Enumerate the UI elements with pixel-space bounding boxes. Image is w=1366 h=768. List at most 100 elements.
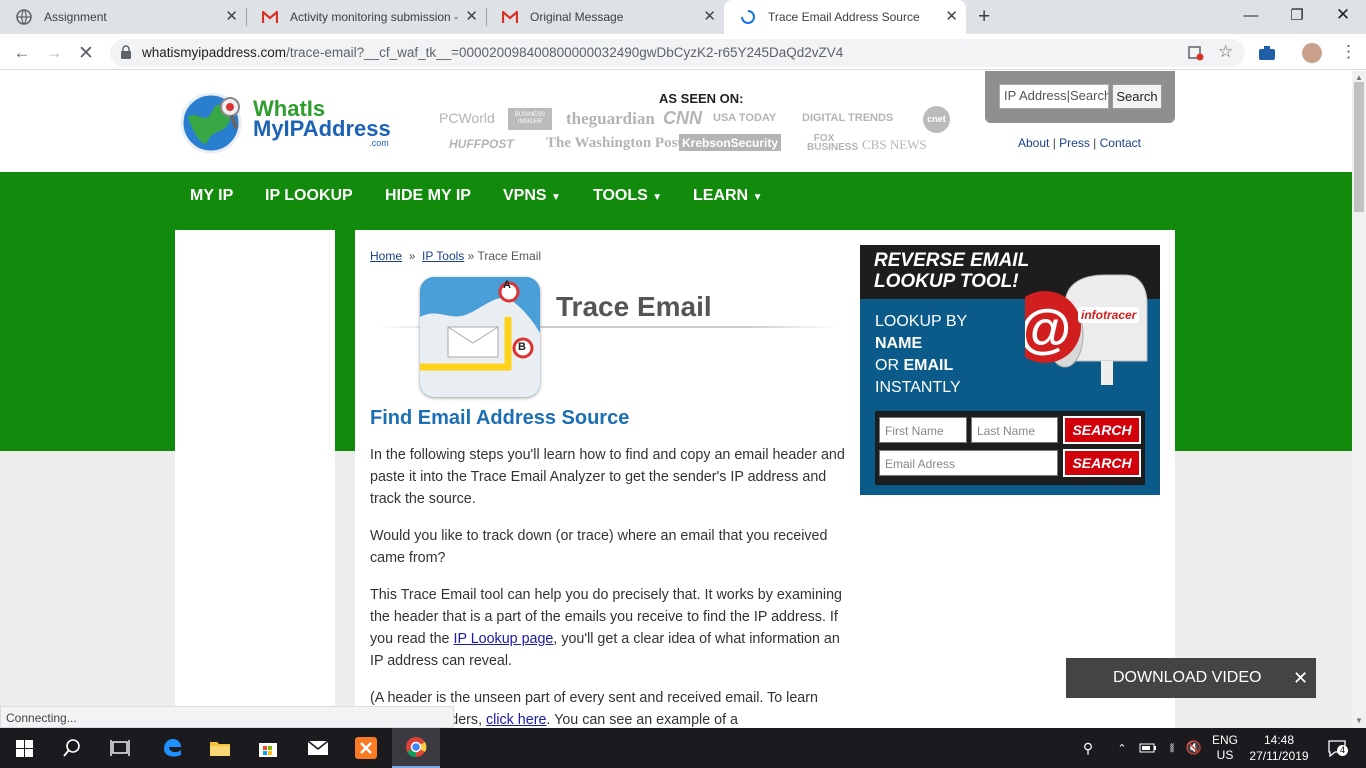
blocked-popup-icon[interactable] [1188,45,1204,61]
minimize-icon[interactable]: — [1228,0,1274,30]
nav-tools[interactable]: TOOLS ▼ [593,187,662,205]
ip-search-input[interactable]: IP Address|Search [999,84,1109,109]
xampp-icon[interactable] [342,728,390,768]
volume-muted-icon[interactable]: 🔇 [1184,728,1204,768]
tab-title: Trace Email Address Source [768,10,920,24]
back-arrow-icon[interactable]: ← [11,42,33,64]
press-logo-fox-business: FOX BUSINESS [807,133,859,153]
battery-icon[interactable] [1138,728,1158,768]
as-seen-on-label: AS SEEN ON: [659,91,744,106]
ad-search-name-button[interactable]: SEARCH [1063,416,1141,444]
lock-icon[interactable] [120,45,132,62]
breadcrumb-separator: » [408,249,416,263]
press-logo-cnet: cnet [923,106,950,133]
url-path: /trace-email?__cf_waf_tk__=0000200984008… [286,45,844,60]
scrollbar-thumb[interactable] [1354,82,1364,212]
tab-title: Original Message [530,10,624,24]
url-text[interactable]: whatismyipaddress.com/trace-email?__cf_w… [142,45,843,60]
top-links: About | Press | Contact [1018,136,1141,150]
file-explorer-icon[interactable] [196,728,244,768]
press-logo-huffpost: HUFFPOST [449,137,514,151]
download-video-label[interactable]: DOWNLOAD VIDEO [1113,669,1261,687]
stop-loading-icon[interactable]: ✕ [75,42,97,64]
close-tab-icon[interactable]: ✕ [225,9,238,25]
contact-link[interactable]: Contact [1100,136,1141,150]
ip-lookup-page-link[interactable]: IP Lookup page [453,631,553,647]
extension-icon[interactable] [1258,45,1276,61]
breadcrumb: Home » IP Tools » Trace Email [370,249,541,263]
press-logo-cbs-news: CBS NEWS [862,137,927,152]
ip-search-button[interactable]: Search [1112,84,1162,109]
close-tab-icon[interactable]: ✕ [945,9,958,25]
headers-click-here-link[interactable]: click here [486,712,546,728]
ad-text-line: NAME [875,335,923,352]
close-icon[interactable]: ✕ [1293,668,1308,689]
infotracer-ad[interactable]: REVERSE EMAIL LOOKUP TOOL! @ infotracer … [860,245,1160,495]
people-icon[interactable]: ⚲ [1078,728,1098,768]
nav-my-ip[interactable]: MY IP [190,187,233,205]
store-icon[interactable] [244,728,292,768]
avatar[interactable] [1302,43,1322,63]
web-page: WhatIs MyIPAddress .com AS SEEN ON: PCWo… [0,71,1352,728]
ad-text-part: OR [875,357,904,374]
tab-trace-email[interactable]: Trace Email Address Source ✕ [724,0,966,34]
nav-vpns-label: VPNS [503,187,547,204]
ad-text-part: EMAIL [903,357,954,374]
gmail-icon [262,9,278,25]
ad-text-line: INSTANTLY [875,379,961,396]
wifi-icon[interactable]: ⧛ [1162,728,1182,768]
article-heading: Find Email Address Source [370,407,630,429]
press-link[interactable]: Press [1059,136,1090,150]
download-video-popup[interactable]: DOWNLOAD VIDEO ✕ [1066,658,1316,698]
tab-activity-monitoring[interactable]: Activity monitoring submission - ✕ [246,0,486,34]
close-window-icon[interactable]: ✕ [1320,0,1366,30]
restore-icon[interactable]: ❐ [1274,0,1320,30]
logo-line-2: MyIPAddress [253,116,391,141]
mail-icon[interactable] [294,728,342,768]
ad-email-input[interactable]: Email Adress [879,450,1058,476]
bookmark-star-icon[interactable]: ☆ [1218,42,1233,62]
left-sidebar [175,230,335,728]
chrome-icon[interactable] [392,728,440,768]
logo-wordmark[interactable]: WhatIs MyIPAddress .com [253,98,391,148]
action-center-icon[interactable]: 4 [1322,728,1352,768]
breadcrumb-home[interactable]: Home [370,249,402,263]
close-tab-icon[interactable]: ✕ [703,9,716,25]
task-view-icon[interactable] [96,728,144,768]
nav-ip-lookup[interactable]: IP LOOKUP [265,187,353,205]
ad-headline-line: LOOKUP TOOL! [874,271,1019,292]
new-tab-button[interactable]: + [978,5,998,28]
about-link[interactable]: About [1018,136,1049,150]
scroll-up-icon[interactable]: ▲ [1355,73,1363,82]
notification-count: 4 [1337,745,1348,756]
tab-assignment[interactable]: Assignment ✕ [0,0,246,34]
close-tab-icon[interactable]: ✕ [465,9,478,25]
ad-brand-logo: infotracer [1078,307,1140,323]
windows-start-icon[interactable] [0,728,48,768]
ad-first-name-input[interactable]: First Name [879,417,967,443]
nav-vpns[interactable]: VPNS ▼ [503,187,561,205]
chevron-up-icon[interactable]: ⌃ [1114,728,1130,768]
logo-globe-icon[interactable] [180,89,246,155]
scroll-down-icon[interactable]: ▼ [1355,716,1363,725]
tab-title: Assignment [44,10,107,24]
breadcrumb-ip-tools[interactable]: IP Tools [422,249,464,263]
breadcrumb-current: Trace Email [477,249,542,263]
menu-kebab-icon[interactable]: ⋮ [1340,42,1357,62]
search-icon[interactable] [48,728,96,768]
marker-a-label: A [503,279,511,291]
url-domain: whatismyipaddress.com [142,45,287,60]
forward-arrow-icon[interactable]: → [43,42,65,64]
caret-down-icon: ▼ [551,192,561,203]
tab-original-message[interactable]: Original Message ✕ [486,0,724,34]
status-bar: Connecting... [0,706,454,728]
nav-hide-my-ip[interactable]: HIDE MY IP [385,187,471,205]
press-logo-usa-today: USA TODAY [713,112,777,124]
edge-browser-icon[interactable] [148,728,196,768]
ad-last-name-input[interactable]: Last Name [971,417,1058,443]
nav-learn[interactable]: LEARN ▼ [693,187,762,205]
clock[interactable]: 14:48 27/11/2019 [1244,728,1314,768]
input-language[interactable]: ENG US [1208,728,1242,768]
ad-search-email-button[interactable]: SEARCH [1063,449,1141,477]
nav-tools-label: TOOLS [593,187,648,204]
